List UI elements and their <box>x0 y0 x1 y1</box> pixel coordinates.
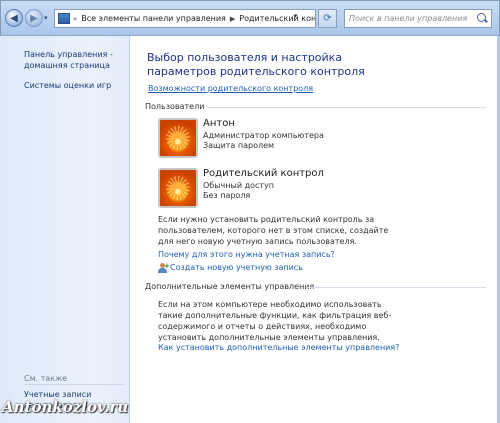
add-user-icon: + <box>158 263 170 273</box>
user-name: Родительский контрол <box>203 168 324 179</box>
see-also-divider <box>24 384 124 385</box>
page-title: Выбор пользователя и настройка параметро… <box>147 51 365 78</box>
back-button[interactable]: ◀ <box>5 9 23 27</box>
user-avatar <box>158 168 198 208</box>
sidebar-item-game-rating-systems[interactable]: Системы оценки игр <box>24 80 111 91</box>
additional-controls-text: Если на этом компьютере необходимо испол… <box>158 300 392 342</box>
create-account-info-text: Если нужно установить родительский контр… <box>158 215 389 246</box>
watermark: Antonkozlov.ru <box>2 398 129 416</box>
address-toolbar: ◀ ▶ ▾ « Все элементы панели управления ▶… <box>0 0 500 36</box>
address-dropdown-icon[interactable]: ▾ <box>293 12 297 20</box>
address-bar[interactable]: « Все элементы панели управления ▶ Родит… <box>54 9 316 28</box>
refresh-icon: ⟳ <box>323 13 332 24</box>
main-content: Выбор пользователя и настройка параметро… <box>131 36 500 423</box>
user-role: Администратор компьютера <box>203 131 324 140</box>
see-also-heading: См. также <box>24 374 68 383</box>
users-section-heading: Пользователи <box>145 102 205 111</box>
breadcrumb-parental-controls[interactable]: Родительский контроль <box>239 14 315 23</box>
user-role: Обычный доступ <box>203 181 275 190</box>
chevron-right-icon[interactable]: ▶ <box>230 15 235 23</box>
breadcrumb-all-control-panel-items[interactable]: Все элементы панели управления <box>81 14 226 23</box>
additional-controls-heading: Дополнительные элементы управления <box>145 282 315 291</box>
sidebar-item-control-panel-home[interactable]: Панель управления - домашняя страница <box>24 49 113 71</box>
chevron-icon[interactable]: « <box>73 15 77 23</box>
users-section-divider <box>207 107 486 108</box>
user-avatar <box>158 118 198 158</box>
parental-controls-features-link[interactable]: Возможности родительского контроля <box>148 84 313 93</box>
history-dropdown-icon[interactable]: ▾ <box>44 14 52 22</box>
why-account-needed-link[interactable]: Почему для этого нужна учетная запись? <box>158 250 335 259</box>
search-box[interactable]: Поиск в панели управления <box>344 9 492 28</box>
refresh-button[interactable]: ⟳ <box>318 9 337 28</box>
arrow-right-icon: ▶ <box>30 12 38 24</box>
how-to-install-controls-link[interactable]: Как установить дополнительные элементы у… <box>158 343 399 352</box>
user-password-status: Без пароля <box>203 191 251 200</box>
sidebar: Панель управления - домашняя страница Си… <box>0 36 130 423</box>
additional-section-divider <box>306 287 486 288</box>
arrow-left-icon: ◀ <box>10 12 18 24</box>
control-panel-icon <box>58 13 70 24</box>
user-name: Антон <box>203 118 235 129</box>
user-password-status: Защита паролем <box>203 141 275 150</box>
search-input[interactable]: Поиск в панели управления <box>349 14 475 23</box>
create-new-account-link[interactable]: Создать новую учетную запись <box>170 263 303 272</box>
forward-button[interactable]: ▶ <box>25 9 43 27</box>
search-icon[interactable] <box>475 12 489 26</box>
